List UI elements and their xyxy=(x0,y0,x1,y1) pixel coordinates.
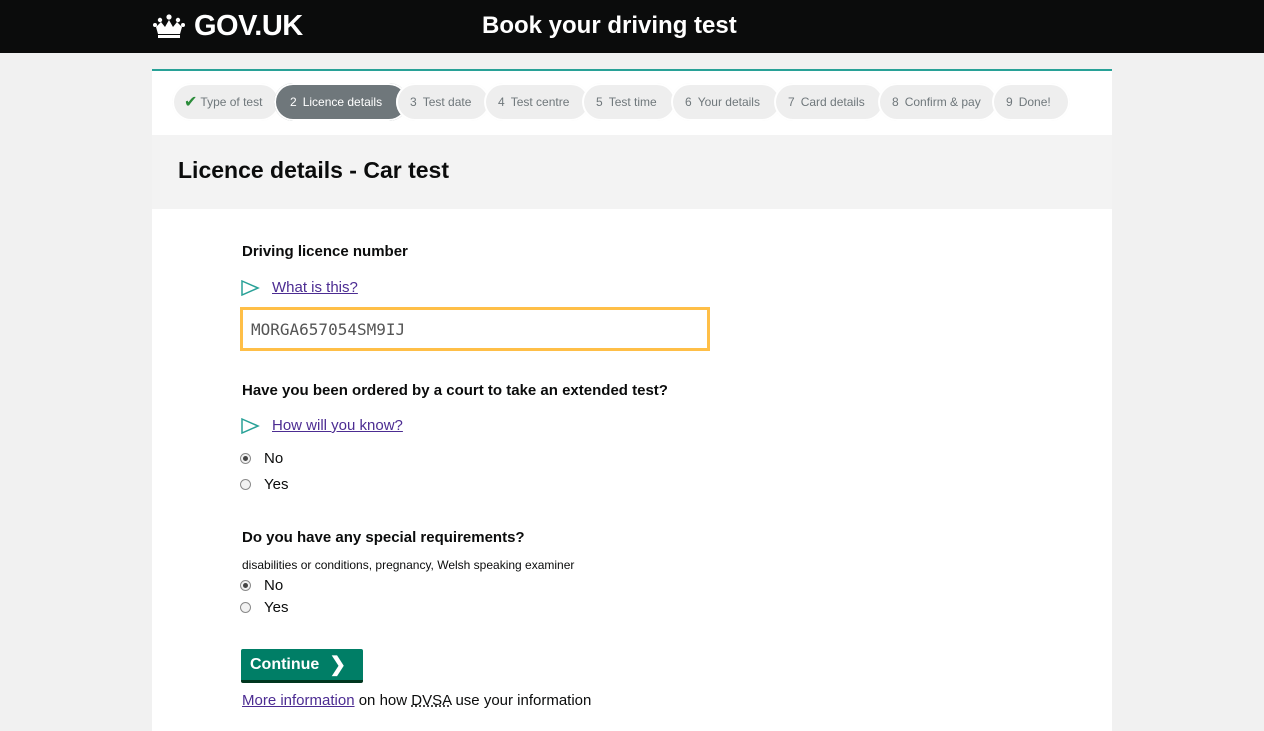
radio-label: Yes xyxy=(264,599,289,616)
step-label: Test date xyxy=(422,95,472,109)
step-your-details: 6 Your details xyxy=(671,83,781,121)
step-label: Confirm & pay xyxy=(904,95,981,109)
step-number: 3 xyxy=(410,95,417,109)
progress-steps: ✔ Type of test 2 Licence details 3 Test … xyxy=(152,71,1112,135)
licence-number-input[interactable]: MORGA657054SM9IJ xyxy=(240,307,710,351)
licence-help-disclosure[interactable]: What is this? xyxy=(240,279,358,296)
more-information-link[interactable]: More information xyxy=(242,692,355,709)
extended-test-option-yes[interactable]: Yes xyxy=(240,476,288,493)
chevron-right-icon: ❯ xyxy=(329,654,347,676)
step-label: Licence details xyxy=(302,95,383,109)
step-number: 5 xyxy=(596,95,603,109)
step-test-date: 3 Test date xyxy=(396,83,490,121)
step-number: 9 xyxy=(1006,95,1013,109)
step-label: Your details xyxy=(697,95,760,109)
what-is-this-link[interactable]: What is this? xyxy=(272,279,358,296)
how-will-you-know-link[interactable]: How will you know? xyxy=(272,417,403,434)
global-header: GOV.UK Book your driving test xyxy=(0,0,1264,53)
step-test-centre: 4 Test centre xyxy=(484,83,590,121)
licence-number-label: Driving licence number xyxy=(242,243,408,260)
tick-icon: ✔ xyxy=(184,94,198,111)
extended-test-question: Have you been ordered by a court to take… xyxy=(242,382,668,399)
crown-icon xyxy=(153,14,185,38)
radio-label: Yes xyxy=(264,476,289,493)
info-text-2: use your information xyxy=(451,692,592,709)
service-name[interactable]: Book your driving test xyxy=(482,12,737,40)
step-label: Card details xyxy=(800,95,865,109)
step-licence-details: 2 Licence details xyxy=(274,83,408,121)
step-done: 9 Done! xyxy=(992,83,1070,121)
govuk-logo[interactable]: GOV.UK xyxy=(152,10,303,42)
radio-button-selected[interactable] xyxy=(240,580,251,591)
step-number: 4 xyxy=(498,95,505,109)
special-requirements-option-no[interactable]: No xyxy=(240,577,283,594)
radio-button[interactable] xyxy=(240,479,251,490)
radio-label: No xyxy=(264,450,284,467)
info-text-1: on how xyxy=(354,692,412,709)
special-requirements-hint: disabilities or conditions, pregnancy, W… xyxy=(242,558,575,572)
step-number: 2 xyxy=(290,95,297,109)
radio-label: No xyxy=(264,577,284,594)
step-test-time: 5 Test time xyxy=(582,83,676,121)
radio-button[interactable] xyxy=(240,602,251,613)
step-label: Test time xyxy=(608,95,657,109)
step-label: Done! xyxy=(1018,95,1051,109)
step-number: 7 xyxy=(788,95,795,109)
step-confirm-pay: 8 Confirm & pay xyxy=(878,83,998,121)
continue-label: Continue xyxy=(250,655,320,673)
step-number: 8 xyxy=(892,95,899,109)
page-title: Licence details - Car test xyxy=(178,157,449,183)
main-container: ✔ Type of test 2 Licence details 3 Test … xyxy=(152,69,1112,731)
step-type-of-test: ✔ Type of test xyxy=(172,83,280,121)
step-number: 6 xyxy=(685,95,692,109)
brand-text: GOV.UK xyxy=(194,9,303,42)
step-label: Type of test xyxy=(200,95,263,109)
step-label: Test centre xyxy=(510,95,570,109)
disclosure-triangle-icon xyxy=(241,279,260,296)
privacy-info: More information on how DVSA use your in… xyxy=(242,692,591,709)
special-requirements-question: Do you have any special requirements? xyxy=(242,529,525,546)
extended-test-help-disclosure[interactable]: How will you know? xyxy=(240,417,403,434)
dvsa-abbr: DVSA xyxy=(411,692,452,709)
disclosure-triangle-icon xyxy=(241,417,260,434)
extended-test-option-no[interactable]: No xyxy=(240,450,283,467)
continue-button[interactable]: Continue ❯ xyxy=(241,649,363,683)
special-requirements-option-yes[interactable]: Yes xyxy=(240,599,288,616)
page-header: Licence details - Car test xyxy=(152,135,1112,209)
radio-button-selected[interactable] xyxy=(240,453,251,464)
step-card-details: 7 Card details xyxy=(774,83,884,121)
